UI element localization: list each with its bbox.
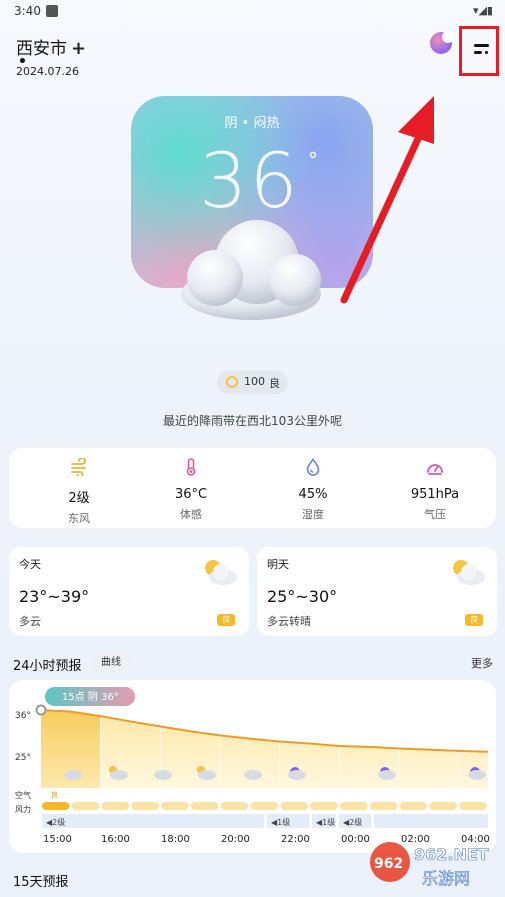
stat-pressure: 951hPa 气压 xyxy=(390,458,480,522)
droplet-icon xyxy=(306,458,320,476)
wind-segment-label: ◀1级 xyxy=(316,817,335,827)
tomorrow-title: 明天 xyxy=(267,558,289,571)
today-card[interactable]: 今天 23°~39° 多云 良 xyxy=(9,547,249,636)
row-label-aqi: 空气 xyxy=(15,790,31,800)
current-tooltip-text: 15点 阴 36° xyxy=(62,691,119,703)
wind-segment-label: ◀2级 xyxy=(46,817,65,827)
time-label: 16:00 xyxy=(101,834,130,845)
leaf-icon xyxy=(226,376,238,388)
today-temp-range: 23°~39° xyxy=(19,587,90,606)
tomorrow-condition: 多云转晴 xyxy=(267,615,311,628)
red-annotation-arrow xyxy=(340,96,434,304)
aqi-bar xyxy=(429,802,457,810)
partly-cloudy-icon xyxy=(205,560,237,585)
aqi-bar xyxy=(161,802,189,810)
cloud-icon xyxy=(198,770,216,780)
aqi-bar xyxy=(191,802,219,810)
weather-stats-card: 2级 东风 36°C 体感 45% 湿度 951hPa 气压 xyxy=(9,448,496,528)
stat-value: 36°C xyxy=(174,487,208,502)
date-label: 2024.07.26 xyxy=(16,65,79,78)
cloud-icon xyxy=(378,770,396,780)
watermark-line2: 乐游网 xyxy=(422,869,470,888)
time-label: 00:00 xyxy=(341,834,370,845)
degree-symbol: ° xyxy=(308,148,318,172)
watermark-logo: 962 962.NET 乐游网 xyxy=(370,842,489,888)
status-time: 3:40 xyxy=(14,4,41,18)
notification-icon xyxy=(46,5,58,17)
aqi-bar xyxy=(399,802,428,810)
cloud-icon xyxy=(64,770,82,780)
time-label: 18:00 xyxy=(161,834,190,845)
thermometer-icon xyxy=(186,458,196,476)
wind-segment xyxy=(42,814,264,828)
time-label: 20:00 xyxy=(221,834,250,845)
aqi-bar xyxy=(280,802,308,810)
row-label-wind: 风力 xyxy=(15,804,31,814)
y-label-36: 36° xyxy=(15,711,31,721)
watermark-line1: 962.NET xyxy=(414,845,489,864)
wind-segment-label: ◀2级 xyxy=(343,817,362,827)
today-condition: 多云 xyxy=(19,615,41,628)
stat-value: 951hPa xyxy=(410,487,460,502)
svg-text:962: 962 xyxy=(374,856,403,872)
city-name[interactable]: 西安市 xyxy=(16,39,67,59)
gauge-icon xyxy=(427,464,443,475)
forecast-15-title: 15天预报 xyxy=(13,875,69,890)
stat-label: 湿度 xyxy=(302,508,324,521)
y-label-25: 25° xyxy=(15,753,31,763)
stat-feels-like: 36°C 体感 xyxy=(146,458,236,522)
wind-icon xyxy=(71,457,86,478)
aqi-bar xyxy=(459,802,487,810)
time-label: 15:00 xyxy=(43,834,72,845)
status-indicators: ▾◢▮ xyxy=(472,4,493,17)
aqi-value: 100 xyxy=(244,375,265,388)
aqi-badge[interactable]: 100 良 xyxy=(217,371,288,394)
cloud-icon xyxy=(288,770,306,780)
current-point-marker xyxy=(35,704,47,716)
aqi-bar xyxy=(71,802,100,810)
stat-value: 45% xyxy=(298,487,328,502)
page-indicator-dot xyxy=(20,58,25,63)
tomorrow-temp-range: 25°~30° xyxy=(267,587,338,606)
aqi-bar xyxy=(220,802,249,810)
aqi-bar xyxy=(369,802,398,810)
cloud-icon xyxy=(244,770,262,780)
menu-button[interactable] xyxy=(459,26,499,76)
aqi-row-badge: 良 xyxy=(51,790,58,799)
hourly-forecast-title: 24小时预报 xyxy=(13,659,82,674)
location-header[interactable]: 西安市 + 2024.07.26 xyxy=(16,34,86,78)
add-city-button[interactable]: + xyxy=(71,38,86,59)
today-aqi-badge: 良 xyxy=(217,614,235,626)
today-title: 今天 xyxy=(19,558,41,571)
time-label: 22:00 xyxy=(281,834,310,845)
cloud-icon xyxy=(154,770,172,780)
cloud-icon xyxy=(110,770,128,780)
tomorrow-aqi-badge: 良 xyxy=(465,614,483,626)
stat-label: 东风 xyxy=(68,512,90,525)
aqi-bar xyxy=(250,802,279,810)
stat-humidity: 45% 湿度 xyxy=(268,458,358,522)
stat-wind: 2级 东风 xyxy=(34,457,124,526)
cloud-icon xyxy=(181,220,321,320)
aqi-bar xyxy=(101,802,130,810)
cloud-icon xyxy=(468,770,486,780)
aqi-bar xyxy=(310,802,338,810)
menu-icon xyxy=(474,42,490,58)
wind-segment-label: ◀1级 xyxy=(271,817,290,827)
moon-theme-icon[interactable] xyxy=(430,31,454,54)
curve-tab[interactable]: 曲线 xyxy=(92,653,130,673)
aqi-bar xyxy=(131,802,159,810)
tomorrow-card[interactable]: 明天 25°~30° 多云转晴 良 xyxy=(257,547,497,636)
rain-notice[interactable]: 最近的降雨带在西北103公里外呢 xyxy=(0,412,505,429)
aqi-level: 良 xyxy=(269,377,280,390)
more-link[interactable]: 更多 xyxy=(471,655,493,671)
partly-cloudy-icon xyxy=(453,560,485,585)
stat-label: 气压 xyxy=(424,508,446,521)
status-bar: 3:40 ▾◢▮ xyxy=(0,0,505,24)
aqi-bar xyxy=(340,802,368,810)
stat-value: 2级 xyxy=(68,491,90,506)
stat-label: 体感 xyxy=(180,508,202,521)
aqi-bar xyxy=(42,802,70,810)
